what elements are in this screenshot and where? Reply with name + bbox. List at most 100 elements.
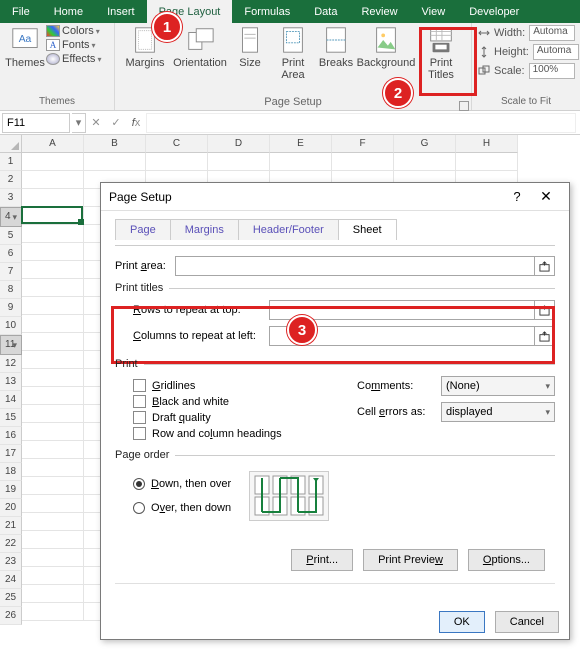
cell[interactable] — [22, 567, 84, 585]
cell[interactable] — [22, 531, 84, 549]
row-header[interactable]: 23 — [0, 553, 22, 571]
row-header[interactable]: 3 — [0, 189, 22, 207]
dialog-tab-sheet[interactable]: Sheet — [338, 219, 397, 240]
cell[interactable] — [456, 153, 518, 171]
fx-icon[interactable]: fx — [126, 117, 146, 129]
cell[interactable] — [22, 513, 84, 531]
row-header[interactable]: 11 — [0, 335, 22, 355]
enter-formula-icon[interactable]: ✓ — [106, 116, 126, 129]
cell[interactable] — [22, 207, 84, 225]
column-header[interactable]: H — [456, 135, 518, 153]
cell[interactable] — [22, 423, 84, 441]
tab-review[interactable]: Review — [349, 0, 409, 23]
cell[interactable] — [208, 153, 270, 171]
draft-quality-checkbox[interactable]: Draft quality — [133, 411, 331, 424]
size-button[interactable]: Size — [231, 25, 269, 69]
cell[interactable] — [22, 279, 84, 297]
row-header[interactable]: 13 — [0, 373, 22, 391]
print-button[interactable]: Print... — [291, 549, 353, 571]
down-then-over-radio[interactable]: Down, then over — [133, 478, 231, 490]
row-header[interactable]: 7 — [0, 263, 22, 281]
tab-home[interactable]: Home — [42, 0, 95, 23]
print-area-input[interactable] — [175, 256, 535, 276]
column-header[interactable]: D — [208, 135, 270, 153]
row-header[interactable]: 15 — [0, 409, 22, 427]
cell[interactable] — [22, 333, 84, 351]
row-header[interactable]: 9 — [0, 299, 22, 317]
row-header[interactable]: 18 — [0, 463, 22, 481]
row-header[interactable]: 6 — [0, 245, 22, 263]
tab-developer[interactable]: Developer — [457, 0, 531, 23]
cell[interactable] — [22, 603, 84, 621]
ok-button[interactable]: OK — [439, 611, 485, 633]
tab-formulas[interactable]: Formulas — [232, 0, 302, 23]
cell[interactable] — [332, 153, 394, 171]
breaks-button[interactable]: Breaks — [317, 25, 355, 69]
themes-effects-button[interactable]: Effects ▾ — [46, 53, 101, 65]
cell[interactable] — [22, 351, 84, 369]
options-button[interactable]: Options... — [468, 549, 545, 571]
cell[interactable] — [22, 189, 84, 207]
rows-repeat-ref-button[interactable] — [535, 300, 555, 320]
row-header[interactable]: 19 — [0, 481, 22, 499]
dialog-tab-header-footer[interactable]: Header/Footer — [238, 219, 339, 240]
tab-insert[interactable]: Insert — [95, 0, 147, 23]
cell[interactable] — [22, 261, 84, 279]
row-header[interactable]: 26 — [0, 607, 22, 625]
select-all-corner[interactable] — [0, 135, 22, 153]
row-header[interactable]: 4 — [0, 207, 22, 227]
print-titles-button[interactable]: Print Titles — [417, 25, 465, 81]
cell[interactable] — [22, 405, 84, 423]
cell[interactable] — [270, 153, 332, 171]
cols-repeat-ref-button[interactable] — [535, 326, 555, 346]
scale-scale-input[interactable]: 100% — [529, 63, 575, 79]
cell[interactable] — [22, 495, 84, 513]
gridlines-checkbox[interactable]: Gridlines — [133, 379, 331, 392]
row-header[interactable]: 1 — [0, 153, 22, 171]
row-header[interactable]: 22 — [0, 535, 22, 553]
print-preview-button[interactable]: Print Preview — [363, 549, 458, 571]
cell[interactable] — [22, 441, 84, 459]
themes-colors-button[interactable]: Colors ▾ — [46, 25, 101, 37]
over-then-down-radio[interactable]: Over, then down — [133, 502, 231, 514]
row-header[interactable]: 20 — [0, 499, 22, 517]
scale-width-input[interactable]: Automa — [529, 25, 575, 41]
black-white-checkbox[interactable]: Black and white — [133, 395, 331, 408]
background-button[interactable]: Background — [355, 25, 417, 69]
row-col-headings-checkbox[interactable]: Row and column headings — [133, 427, 331, 440]
column-header[interactable]: G — [394, 135, 456, 153]
column-header[interactable]: B — [84, 135, 146, 153]
row-header[interactable]: 21 — [0, 517, 22, 535]
themes-fonts-button[interactable]: AFonts ▾ — [46, 39, 101, 51]
cell-errors-select[interactable]: displayed — [441, 402, 555, 422]
name-box[interactable]: F11 — [2, 113, 70, 133]
dialog-close-button[interactable]: ✕ — [531, 183, 561, 211]
cell[interactable] — [22, 297, 84, 315]
cell[interactable] — [22, 243, 84, 261]
dialog-tab-page[interactable]: Page — [115, 219, 171, 240]
themes-button[interactable]: Aa Themes — [6, 25, 44, 69]
tab-data[interactable]: Data — [302, 0, 349, 23]
row-header[interactable]: 12 — [0, 355, 22, 373]
row-header[interactable]: 10 — [0, 317, 22, 335]
dialog-help-button[interactable]: ? — [503, 189, 531, 204]
print-area-ref-button[interactable] — [535, 256, 555, 276]
cell[interactable] — [22, 549, 84, 567]
cell[interactable] — [22, 225, 84, 243]
dialog-tab-margins[interactable]: Margins — [170, 219, 239, 240]
dialog-titlebar[interactable]: Page Setup ? ✕ — [101, 183, 569, 211]
column-header[interactable]: E — [270, 135, 332, 153]
scale-height-input[interactable]: Automa — [533, 44, 579, 60]
cancel-button[interactable]: Cancel — [495, 611, 559, 633]
cell[interactable] — [22, 585, 84, 603]
cell[interactable] — [84, 153, 146, 171]
cell[interactable] — [394, 153, 456, 171]
cell[interactable] — [22, 153, 84, 171]
column-header[interactable]: A — [22, 135, 84, 153]
cell[interactable] — [22, 459, 84, 477]
print-area-button[interactable]: Print Area — [269, 25, 317, 81]
cell[interactable] — [22, 369, 84, 387]
cell[interactable] — [22, 387, 84, 405]
cell[interactable] — [146, 153, 208, 171]
cell[interactable] — [22, 477, 84, 495]
